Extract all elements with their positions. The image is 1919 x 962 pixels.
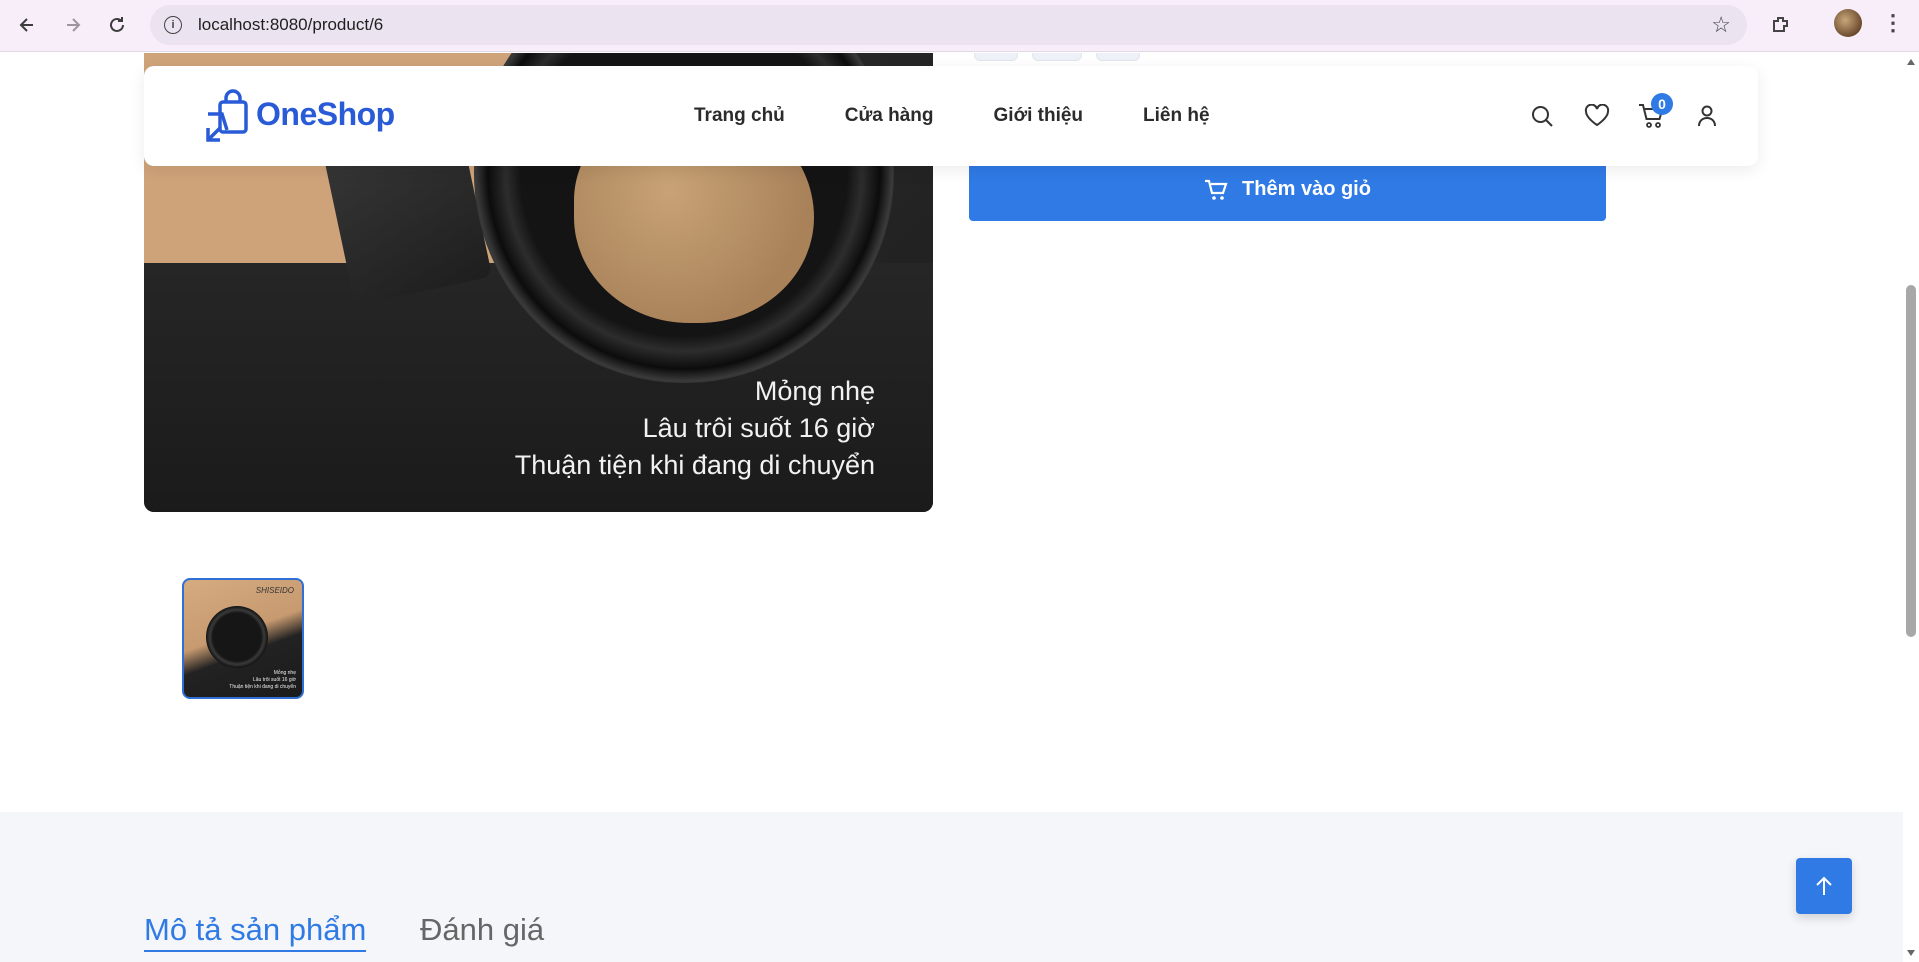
reload-button[interactable] bbox=[94, 2, 140, 48]
caption-line-2: Lâu trôi suốt 16 giờ bbox=[642, 413, 875, 443]
nav-actions: 0 bbox=[1514, 66, 1734, 166]
nav-link-home[interactable]: Trang chủ bbox=[694, 105, 785, 127]
bookmark-star-icon[interactable]: ☆ bbox=[1711, 12, 1731, 38]
product-tabs-section: Mô tả sản phẩm Đánh giá bbox=[0, 812, 1903, 962]
brand-name: OneShop bbox=[256, 95, 395, 132]
variant-option[interactable] bbox=[1032, 53, 1082, 61]
tab-reviews[interactable]: Đánh giá bbox=[420, 912, 544, 948]
browser-menu-icon[interactable]: ⋮ bbox=[1882, 8, 1904, 38]
back-to-top-button[interactable] bbox=[1796, 858, 1852, 914]
back-button[interactable] bbox=[4, 2, 50, 48]
profile-avatar[interactable] bbox=[1834, 9, 1862, 37]
page-scrollbar[interactable] bbox=[1903, 53, 1919, 962]
site-info-icon[interactable]: i bbox=[164, 16, 182, 34]
arrow-right-icon bbox=[67, 18, 81, 32]
product-thumbnail[interactable]: SHISEIDO Mỏng nhẹ Lâu trôi suốt 16 giờ Thu… bbox=[182, 578, 304, 699]
browser-toolbar: i localhost:8080/product/6 ☆ ⋮ bbox=[0, 0, 1919, 52]
search-icon[interactable] bbox=[1514, 96, 1569, 136]
page-content: Mỏng nhẹ Lâu trôi suốt 16 giờ Thuận tiện… bbox=[0, 53, 1903, 962]
cart-icon bbox=[1204, 179, 1228, 201]
reload-icon bbox=[110, 17, 124, 32]
cart-count-badge: 0 bbox=[1651, 93, 1673, 115]
scroll-up-arrow[interactable] bbox=[1907, 59, 1915, 65]
cart-icon[interactable]: 0 bbox=[1624, 93, 1679, 136]
tab-description[interactable]: Mô tả sản phẩm bbox=[144, 912, 367, 952]
arrow-left-icon bbox=[19, 18, 33, 32]
nav-link-contact[interactable]: Liên hệ bbox=[1143, 105, 1210, 127]
site-navbar: OneShop Trang chủ Cửa hàng Giới thiệu Li… bbox=[144, 66, 1758, 166]
scrollbar-thumb[interactable] bbox=[1906, 285, 1916, 637]
scroll-down-arrow[interactable] bbox=[1907, 950, 1915, 956]
shopping-bag-logo-icon bbox=[204, 88, 254, 142]
nav-link-about[interactable]: Giới thiệu bbox=[994, 105, 1084, 127]
url-text[interactable]: localhost:8080/product/6 bbox=[198, 15, 383, 35]
product-image-caption: Mỏng nhẹ Lâu trôi suốt 16 giờ Thuận tiện… bbox=[515, 373, 875, 484]
address-bar[interactable]: i localhost:8080/product/6 ☆ bbox=[150, 5, 1747, 45]
nav-link-shop[interactable]: Cửa hàng bbox=[845, 105, 934, 127]
arrow-up-icon bbox=[1816, 876, 1832, 895]
extensions-icon[interactable] bbox=[1766, 10, 1796, 40]
heart-icon[interactable] bbox=[1569, 96, 1624, 136]
main-nav: Trang chủ Cửa hàng Giới thiệu Liên hệ bbox=[694, 66, 1270, 166]
add-to-cart-label: Thêm vào giỏ bbox=[1242, 178, 1371, 200]
variant-option[interactable] bbox=[1096, 53, 1140, 61]
caption-line-3: Thuận tiện khi đang di chuyển bbox=[514, 450, 875, 480]
caption-line-1: Mỏng nhẹ bbox=[754, 376, 875, 406]
site-logo[interactable]: OneShop bbox=[204, 88, 395, 142]
variant-option[interactable] bbox=[974, 53, 1018, 61]
forward-button[interactable] bbox=[50, 2, 96, 48]
user-icon[interactable] bbox=[1679, 96, 1734, 136]
